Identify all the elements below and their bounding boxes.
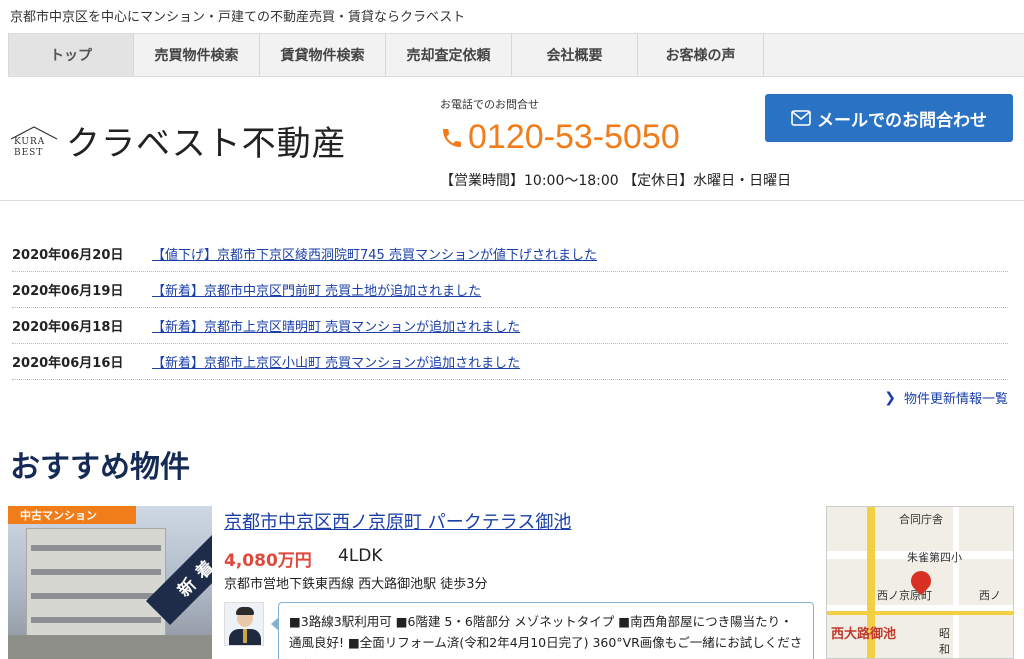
site-logo[interactable]: KURA BEST クラベスト不動産 xyxy=(8,116,347,165)
agent-comment: ■3路線3駅利用可 ■6階建 5・6階部分 メゾネットタイプ ■南西角部屋につき… xyxy=(271,602,814,659)
news-link[interactable]: 【新着】京都市中京区門前町 売買土地が追加されました xyxy=(152,280,481,299)
news-date: 2020年06月19日 xyxy=(12,284,124,299)
header-divider xyxy=(0,200,1024,201)
road-image xyxy=(8,635,212,659)
map-label: 昭 xyxy=(939,627,950,640)
map-label: 和 xyxy=(939,643,950,656)
mail-button-label: メールでのお問合わせ xyxy=(817,110,987,131)
global-nav: トップ 売買物件検索 賃貸物件検索 売却査定依頼 会社概要 お客様の声 xyxy=(8,33,1024,77)
property-map[interactable]: 合同庁舎 朱雀第四小 西ノ京原町 西ノ 昭 和 西大路御池 xyxy=(826,506,1014,659)
news-link[interactable]: 【値下げ】京都市下京区綾西洞院町745 売買マンションが値下げされました xyxy=(152,244,597,263)
mail-icon xyxy=(791,110,811,126)
nav-testimonials[interactable]: お客様の声 xyxy=(638,34,764,76)
map-label: 西ノ xyxy=(979,589,1001,602)
news-item: 2020年06月20日 【値下げ】京都市下京区綾西洞院町745 売買マンションが… xyxy=(12,236,1008,272)
map-label: 朱雀第四小 xyxy=(907,551,962,564)
news-list: 2020年06月20日 【値下げ】京都市下京区綾西洞院町745 売買マンションが… xyxy=(12,236,1008,380)
property-type-badge: 中古マンション xyxy=(8,506,136,524)
nav-top[interactable]: トップ xyxy=(8,34,134,76)
news-more-label: 物件更新情報一覧 xyxy=(903,392,1008,407)
news-date: 2020年06月16日 xyxy=(12,356,124,371)
news-link[interactable]: 【新着】京都市上京区小山町 売買マンションが追加されました xyxy=(152,352,520,371)
news-date: 2020年06月18日 xyxy=(12,320,124,335)
map-label: 合同庁舎 xyxy=(899,513,943,526)
building-image xyxy=(26,528,166,638)
news-link[interactable]: 【新着】京都市上京区晴明町 売買マンションが追加されました xyxy=(152,316,520,335)
logo-mark: KURA BEST xyxy=(8,121,60,161)
phone-icon xyxy=(443,128,461,147)
agent-avatar xyxy=(224,602,264,646)
news-item: 2020年06月18日 【新着】京都市上京区晴明町 売買マンションが追加されまし… xyxy=(12,308,1008,344)
news-more-link[interactable]: ❯ 物件更新情報一覧 xyxy=(884,388,1008,408)
nav-company[interactable]: 会社概要 xyxy=(512,34,638,76)
map-station-label: 西大路御池 xyxy=(831,627,897,642)
contact-caption: お電話でのお問合せ xyxy=(440,98,539,111)
phone-number: 0120-53-5050 xyxy=(468,118,680,156)
news-item: 2020年06月19日 【新着】京都市中京区門前町 売買土地が追加されました xyxy=(12,272,1008,308)
logo-mark-line1: KURA xyxy=(14,136,46,147)
section-title: おすすめ物件 xyxy=(10,450,190,485)
nav-appraisal-request[interactable]: 売却査定依頼 xyxy=(386,34,512,76)
news-date: 2020年06月20日 xyxy=(12,248,124,263)
property-photo[interactable]: 中古マンション 新着 xyxy=(8,506,212,659)
nav-rent-search[interactable]: 賃貸物件検索 xyxy=(260,34,386,76)
property-layout: 4LDK xyxy=(338,546,383,566)
news-item: 2020年06月16日 【新着】京都市上京区小山町 売買マンションが追加されまし… xyxy=(12,344,1008,380)
business-hours: 【営業時間】10:00〜18:00 【定休日】水曜日・日曜日 xyxy=(440,173,792,189)
logo-mark-line2: BEST xyxy=(14,147,44,158)
logo-name: クラベスト不動産 xyxy=(66,124,347,164)
chevron-right-icon: ❯ xyxy=(884,389,896,406)
property-title-link[interactable]: 京都市中京区西ノ京原町 パークテラス御池 xyxy=(224,508,571,534)
nav-sale-search[interactable]: 売買物件検索 xyxy=(134,34,260,76)
mail-contact-button[interactable]: メールでのお問合わせ xyxy=(765,94,1013,142)
property-station: 京都市営地下鉄東西線 西大路御池駅 徒歩3分 xyxy=(224,577,488,592)
phone-link[interactable]: 0120-53-5050 xyxy=(440,118,680,157)
site-tagline: 京都市中京区を中心にマンション・戸建ての不動産売買・賃貸ならクラベスト xyxy=(10,10,466,25)
property-price: 4,080万円 xyxy=(224,551,312,571)
